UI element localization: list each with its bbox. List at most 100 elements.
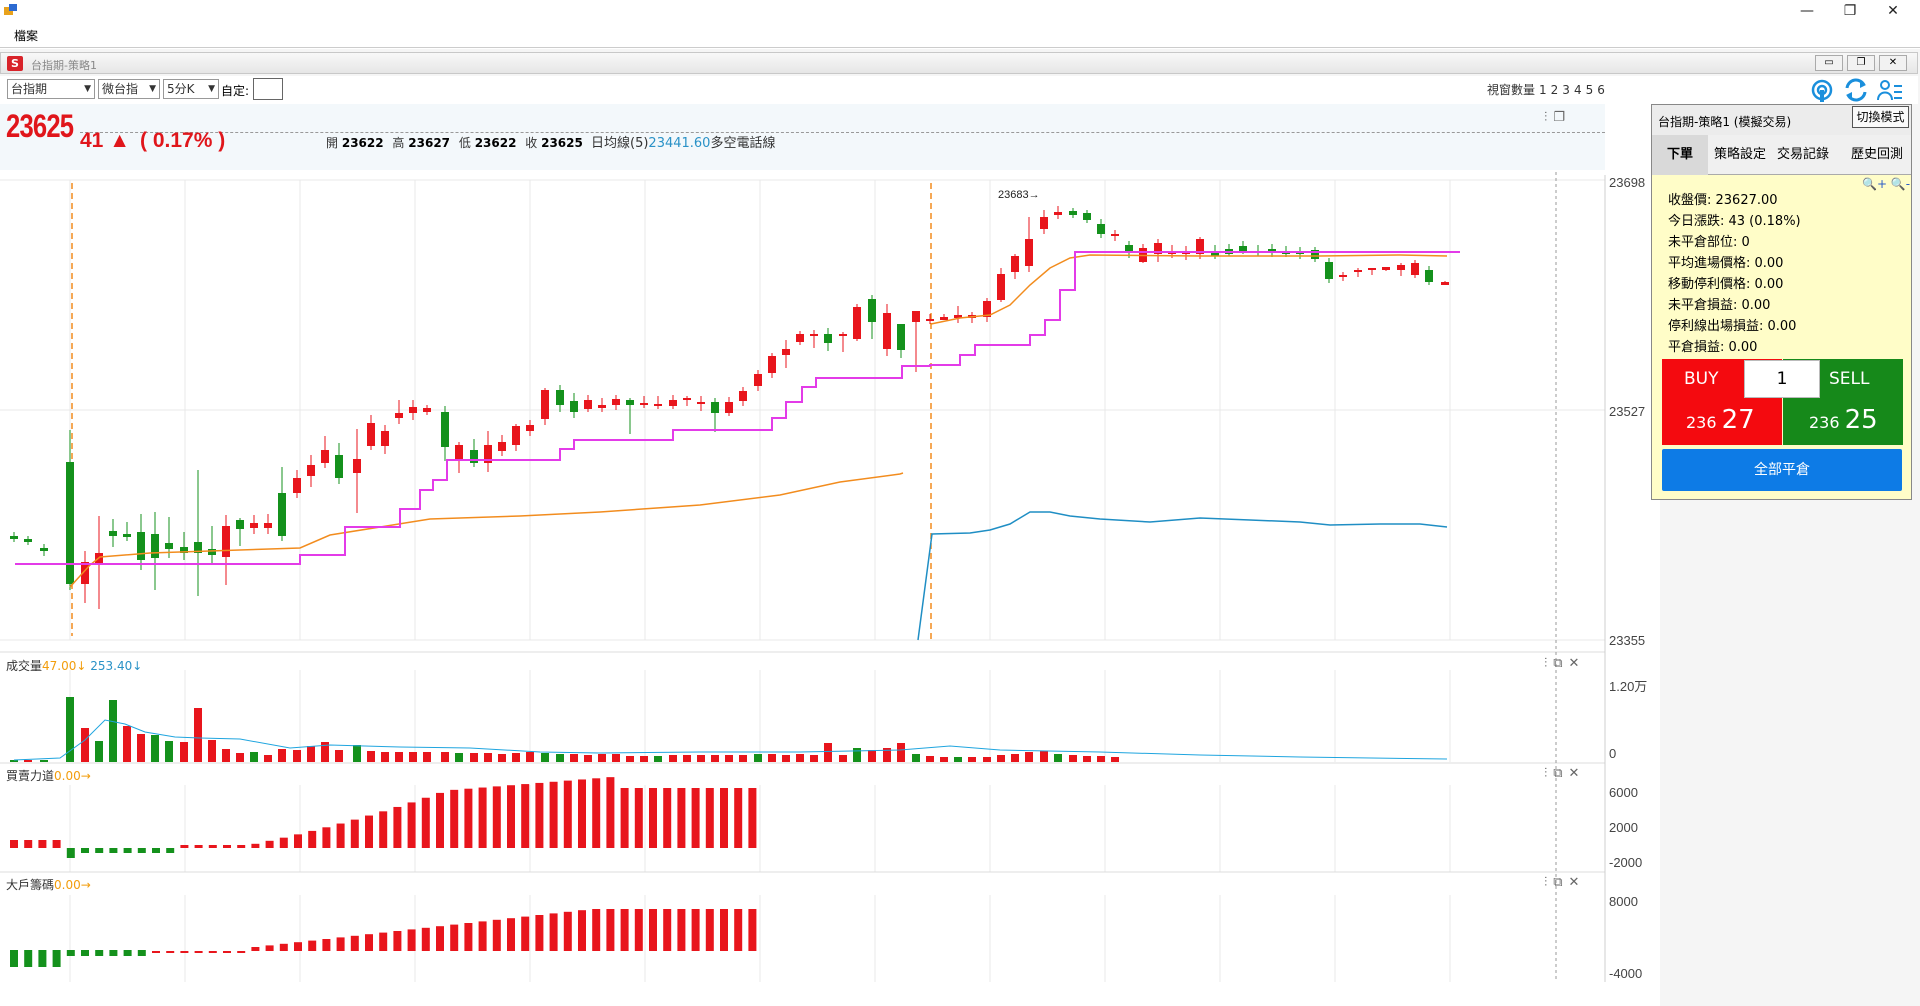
force-bar	[464, 788, 473, 848]
candle-body	[526, 425, 534, 431]
minimize-button[interactable]: —	[1784, 0, 1830, 22]
volume-bar	[293, 750, 301, 762]
force-bar	[450, 789, 459, 848]
force-bar	[649, 788, 657, 848]
popout-icon[interactable]: ⧉	[1553, 875, 1568, 890]
info-trailing-stop: 移動停利價格: 0.00	[1668, 277, 1784, 292]
info-stop-line-pnl: 停利線出場損益: 0.00	[1668, 319, 1797, 334]
candle-body	[1097, 224, 1105, 234]
candle-body	[739, 391, 747, 401]
volume-bar	[739, 755, 747, 762]
buy-price-prefix: 236	[1686, 413, 1717, 432]
candle-body	[839, 334, 847, 336]
close-all-button[interactable]: 全部平倉	[1662, 449, 1902, 491]
candle-body	[423, 408, 431, 412]
chips-bar	[578, 910, 586, 951]
volume-bar	[824, 743, 832, 762]
chips-bar	[677, 909, 686, 951]
volume-bar	[1097, 756, 1105, 762]
candle-body	[236, 520, 244, 529]
child-restore-button[interactable]: ❐	[1847, 55, 1875, 71]
close-icon[interactable]: ✕	[1569, 875, 1586, 890]
child-close-button[interactable]: ✕	[1879, 55, 1907, 71]
candle-body	[868, 299, 876, 322]
tab-backtest[interactable]: 歷史回測	[1846, 135, 1908, 175]
order-panel: 台指期-策略1 (模擬交易) 切換模式 下單 策略設定 交易記錄 歷史回測 🔍+…	[1651, 104, 1912, 500]
user-list-icon[interactable]	[1876, 76, 1904, 104]
force-bar	[180, 845, 189, 848]
sell-label: SELL	[1829, 369, 1870, 389]
force-bar	[208, 845, 217, 848]
chips-bar	[734, 909, 743, 951]
refresh-icon[interactable]	[1842, 76, 1870, 104]
settings-sliders-icon[interactable]: ⫶	[1544, 766, 1553, 781]
chips-bar	[322, 939, 331, 951]
chips-bar	[166, 951, 175, 953]
force-value: 0.00→	[54, 769, 91, 783]
chips-bar	[308, 940, 317, 951]
candle-body	[307, 465, 315, 476]
force-bar	[38, 840, 47, 848]
zoom-icons[interactable]: 🔍+ 🔍-	[1862, 177, 1910, 191]
chips-bar	[748, 909, 757, 951]
volume-bar	[512, 753, 520, 762]
chips-bar	[535, 915, 544, 951]
force-bar	[279, 837, 288, 848]
settings-sliders-icon[interactable]: ⫶	[1544, 875, 1553, 890]
force-bar	[223, 845, 231, 848]
candle-body	[1111, 234, 1119, 236]
tab-trade-log[interactable]: 交易記錄	[1772, 135, 1834, 175]
candle-body	[1425, 270, 1433, 282]
chips-bar	[265, 945, 274, 951]
broadcast-icon[interactable]	[1808, 76, 1836, 104]
candle-body	[654, 404, 662, 406]
popout-icon[interactable]: ⧉	[1553, 766, 1568, 781]
volume-bar	[353, 745, 361, 762]
volume-bar	[470, 753, 478, 762]
quantity-input[interactable]: 1	[1744, 360, 1820, 398]
settings-sliders-icon[interactable]: ⫶	[1544, 656, 1553, 671]
force-bar	[24, 840, 33, 848]
volume-label: 成交量	[6, 659, 43, 673]
candle-body	[556, 390, 564, 405]
chips-label: 大戶籌碼	[6, 878, 55, 892]
force-bar	[592, 778, 601, 848]
close-icon[interactable]: ✕	[1569, 656, 1586, 671]
volume-bar	[455, 753, 463, 762]
tab-order[interactable]: 下單	[1652, 135, 1708, 175]
volume-bar	[1111, 757, 1119, 762]
restore-button[interactable]: ❐	[1827, 0, 1873, 22]
candle-body	[1382, 267, 1390, 270]
volume-bar	[498, 754, 506, 762]
force-bar	[336, 823, 345, 848]
force-bar	[677, 788, 686, 848]
chips-tools: ⫶⧉✕	[1544, 875, 1585, 890]
force-bar	[10, 840, 18, 848]
volume-bar	[151, 735, 159, 762]
chips-bar	[450, 924, 459, 951]
volume-bar	[307, 746, 315, 762]
candle-body	[455, 445, 463, 459]
volume-bar	[796, 754, 804, 762]
candle-body	[165, 543, 173, 549]
tab-strategy-settings[interactable]: 策略設定	[1710, 135, 1770, 175]
volume-bar	[570, 754, 578, 762]
child-minimize-button[interactable]: ▭	[1815, 55, 1843, 71]
volume-bar	[484, 753, 492, 762]
candle-body	[66, 462, 74, 584]
candle-body	[711, 402, 719, 413]
volume-bar	[940, 757, 948, 762]
force-bar	[492, 786, 501, 848]
chips-bar	[421, 927, 430, 951]
force-bar	[507, 785, 515, 848]
volume-bar	[208, 740, 216, 762]
chips-bar	[521, 916, 530, 951]
switch-mode-button[interactable]: 切換模式	[1852, 106, 1909, 128]
candle-body	[883, 313, 891, 349]
close-button[interactable]: ✕	[1870, 0, 1916, 22]
close-icon[interactable]: ✕	[1569, 766, 1586, 781]
force-bar	[705, 788, 714, 848]
popout-icon[interactable]: ⧉	[1553, 656, 1568, 671]
volume-bar	[598, 754, 606, 762]
force-y-2: 2000	[1609, 820, 1638, 835]
